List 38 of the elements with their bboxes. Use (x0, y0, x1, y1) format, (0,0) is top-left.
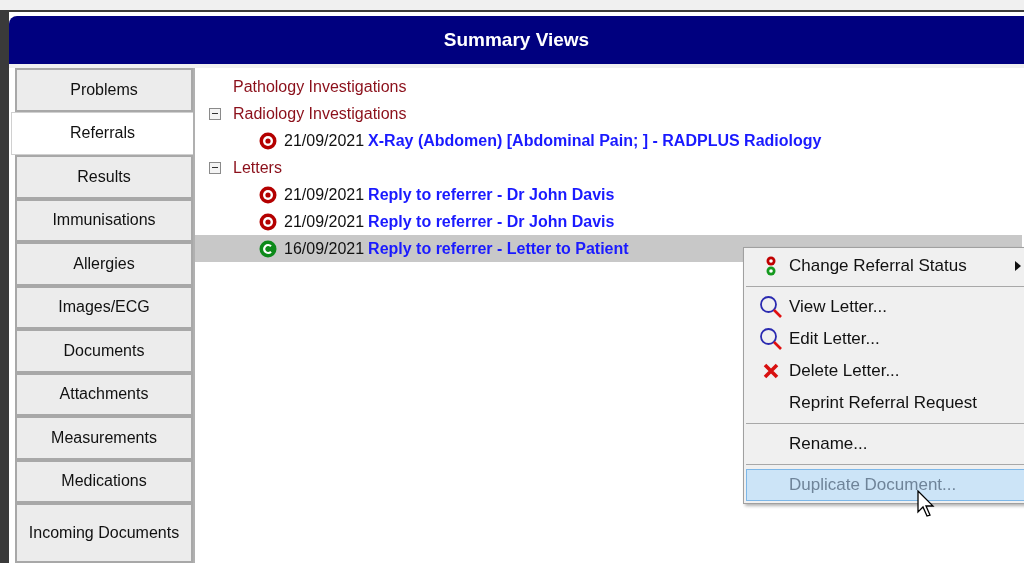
search-icon (759, 327, 783, 351)
tab[interactable]: Attachments (15, 372, 193, 416)
tree-row[interactable]: 21/09/2021 Reply to referrer - Dr John Davis (195, 181, 1024, 208)
menu-item[interactable]: Reprint Referral Request (746, 387, 1024, 419)
date-text: 21/09/2021 (284, 130, 365, 151)
search-icon (759, 295, 783, 319)
referral-title: Reply to referrer - Letter to Patient (368, 238, 629, 259)
mouse-cursor-icon (917, 490, 937, 518)
date-text: 21/09/2021 (284, 211, 365, 232)
referral-title: Reply to referrer - Dr John Davis (368, 211, 615, 232)
tree-group-label[interactable]: Letters (233, 155, 282, 180)
menu-item[interactable]: Edit Letter... (746, 323, 1024, 355)
referral-title: Reply to referrer - Dr John Davis (368, 184, 615, 205)
tree-group-label[interactable]: Pathology Investigations (233, 74, 407, 99)
tab[interactable]: Results (15, 155, 193, 199)
menu-item[interactable]: Delete Letter... (746, 355, 1024, 387)
tab[interactable]: Incoming Documents (15, 503, 193, 563)
menu-item[interactable]: Rename... (746, 428, 1024, 460)
close-icon (762, 362, 780, 380)
tab[interactable]: Problems (15, 68, 193, 112)
tab[interactable]: Referrals (11, 111, 193, 155)
tab[interactable]: Images/ECG (15, 285, 193, 329)
tree-group-label[interactable]: Radiology Investigations (233, 101, 407, 126)
collapse-icon[interactable] (209, 161, 221, 174)
referral-title: X-Ray (Abdomen) [Abdominal Pain; ] - RADPLUS Radiology (368, 130, 822, 151)
status-icon (765, 256, 777, 276)
date-text: 21/09/2021 (284, 184, 365, 205)
date-text: 16/09/2021 (284, 238, 365, 259)
tab[interactable]: Measurements (15, 416, 193, 460)
tab[interactable]: Allergies (15, 242, 193, 286)
tab[interactable]: Medications (15, 459, 193, 503)
window-title: Summary Views (443, 27, 590, 52)
tree-row[interactable]: 21/09/2021 Reply to referrer - Dr John Davis (195, 208, 1024, 235)
tab[interactable]: Documents (15, 329, 193, 373)
menu-item[interactable]: View Letter... (746, 291, 1024, 323)
tab[interactable]: Immunisations (15, 198, 193, 242)
tree-row[interactable]: 21/09/2021 X-Ray (Abdomen) [Abdominal Pain; ] - RADPLUS Radiology (195, 127, 1024, 154)
collapse-icon[interactable] (209, 107, 221, 120)
